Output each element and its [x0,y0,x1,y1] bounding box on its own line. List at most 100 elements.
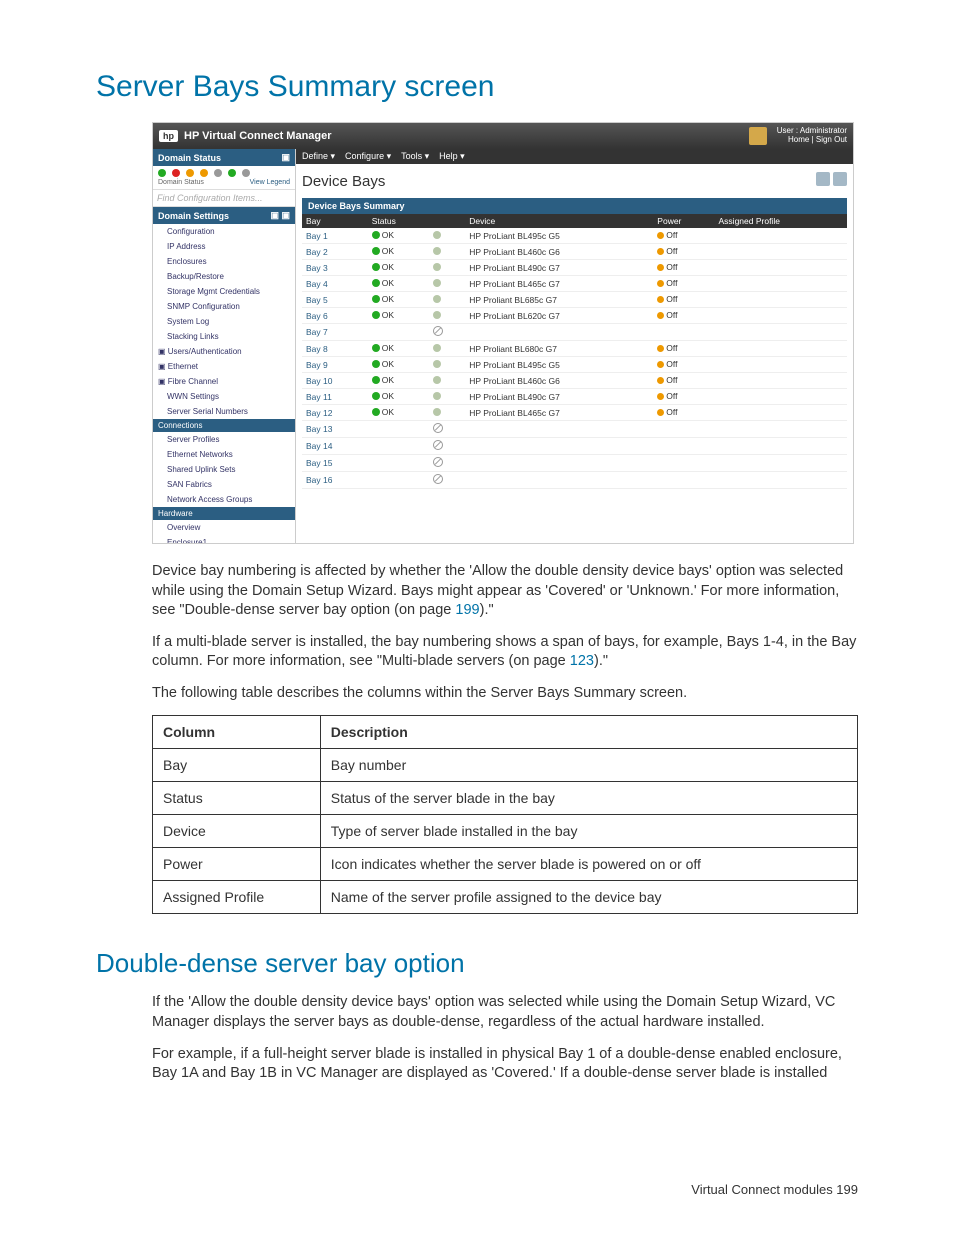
bay-link[interactable]: Bay 14 [306,441,332,451]
bay-link[interactable]: Bay 4 [306,279,328,289]
bay-link[interactable]: Bay 11 [306,392,332,402]
sidebar-item[interactable]: Enclosures [153,254,295,269]
page-title-1: Server Bays Summary screen [96,70,858,104]
bay-link[interactable]: Bay 13 [306,424,332,434]
status-ok-icon: OK [372,359,394,369]
status-dot-warn-icon [186,169,194,177]
device-cell [465,324,653,341]
status-ok-icon: OK [372,246,394,256]
power-off-icon: Off [657,262,677,272]
sidebar-item[interactable]: System Log [153,314,295,329]
table-row: Bay 10OKHP ProLiant BL460c G6Off [302,373,847,389]
sidebar-item[interactable]: Overview [153,520,295,535]
bay-link[interactable]: Bay 16 [306,475,332,485]
bay-link[interactable]: Bay 10 [306,376,332,386]
sidebar-domain-status[interactable]: Domain Status▣ [153,149,295,166]
status-ok-icon: OK [372,278,394,288]
power-off-icon: Off [657,246,677,256]
table-header: Assigned Profile [715,214,847,228]
bay-link[interactable]: Bay 8 [306,344,328,354]
profile-cell [715,421,847,438]
device-icon [433,408,441,416]
device-icon [433,360,441,368]
table-cell: Bay number [320,749,857,782]
table-row: StatusStatus of the server blade in the … [153,782,858,815]
bay-link[interactable]: Bay 5 [306,295,328,305]
paragraph-5: For example, if a full-height server bla… [152,1045,858,1084]
vc-header-title: HP Virtual Connect Manager [184,130,332,142]
menu-item[interactable]: Tools ▾ [401,151,429,161]
vc-menubar[interactable]: Define ▾ Configure ▾ Tools ▾ Help ▾ [296,149,853,164]
sidebar-item[interactable]: Backup/Restore [153,269,295,284]
sidebar-item[interactable]: Network Access Groups [153,492,295,507]
device-icon [433,247,441,255]
status-dot-ok-icon [158,169,166,177]
profile-cell [715,292,847,308]
table-row: Bay 4OKHP ProLiant BL465c G7Off [302,276,847,292]
sidebar-hardware[interactable]: Hardware [153,507,295,520]
sidebar-item[interactable]: Configuration [153,224,295,239]
sidebar-item[interactable]: SAN Fabrics [153,477,295,492]
status-ok-icon: OK [372,294,394,304]
paragraph-3: The following table describes the column… [152,684,858,704]
sidebar-item-fibre[interactable]: ▣ Fibre Channel [153,374,295,389]
page-link-199[interactable]: 199 [455,602,479,618]
sidebar-item[interactable]: Enclosure1 [153,535,295,543]
sidebar-item[interactable]: Shared Uplink Sets [153,462,295,477]
bay-link[interactable]: Bay 7 [306,327,328,337]
profile-cell [715,228,847,244]
menu-item[interactable]: Define ▾ [302,151,335,161]
bay-link[interactable]: Bay 15 [306,458,332,468]
sidebar-item-serial[interactable]: Server Serial Numbers [153,404,295,419]
sidebar-item-ethernet[interactable]: ▣ Ethernet [153,359,295,374]
bay-link[interactable]: Bay 1 [306,231,328,241]
bay-link[interactable]: Bay 9 [306,360,328,370]
sidebar-item[interactable]: SNMP Configuration [153,299,295,314]
status-ok-icon: OK [372,343,394,353]
device-cell: HP ProLiant BL460c G6 [465,373,653,389]
device-icon [433,263,441,271]
page-link-123[interactable]: 123 [570,653,594,669]
sidebar-item-wwn[interactable]: WWN Settings [153,389,295,404]
device-icon [433,279,441,287]
vc-main-title: Device Bays [302,172,847,190]
menu-item[interactable]: Help ▾ [439,151,465,161]
device-bays-table: BayStatusDevicePowerAssigned Profile Bay… [302,214,847,489]
device-cell: HP ProLiant BL490c G7 [465,389,653,405]
table-row: Bay 6OKHP ProLiant BL620c G7Off [302,308,847,324]
bay-link[interactable]: Bay 2 [306,247,328,257]
description-table: ColumnDescription BayBay numberStatusSta… [152,715,858,914]
help-icon[interactable] [833,172,847,186]
menu-item[interactable]: Configure ▾ [345,151,391,161]
vc-screenshot: hpHP Virtual Connect Manager User : Admi… [152,122,854,544]
sidebar-item[interactable]: Server Profiles [153,432,295,447]
profile-cell [715,472,847,489]
table-cell: Type of server blade installed in the ba… [320,815,857,848]
na-icon [433,326,443,336]
vc-main: Define ▾ Configure ▾ Tools ▾ Help ▾ Device … [296,149,853,543]
view-legend-link[interactable]: View Legend [250,179,290,186]
status-ok-icon: OK [372,310,394,320]
find-input[interactable]: Find Configuration Items... [153,189,295,207]
table-row: Bay 16 [302,472,847,489]
sidebar-domain-settings[interactable]: Domain Settings▣ ▣ [153,207,295,224]
power-off-icon: Off [657,407,677,417]
table-row: Bay 8OKHP Proliant BL680c G7Off [302,341,847,357]
print-icon[interactable] [816,172,830,186]
sidebar-item[interactable]: Storage Mgmt Credentials [153,284,295,299]
sidebar-item[interactable]: IP Address [153,239,295,254]
sidebar-item[interactable]: Ethernet Networks [153,447,295,462]
bay-link[interactable]: Bay 3 [306,263,328,273]
profile-cell [715,308,847,324]
paragraph-1: Device bay numbering is affected by whet… [152,562,858,621]
sidebar-item[interactable]: Stacking Links [153,329,295,344]
sidebar-connections[interactable]: Connections [153,419,295,432]
bay-link[interactable]: Bay 12 [306,408,332,418]
table-header: Column [153,716,321,749]
page-footer: Virtual Connect modules 199 [691,1182,858,1197]
device-cell [465,472,653,489]
bay-link[interactable]: Bay 6 [306,311,328,321]
device-cell: HP ProLiant BL495c G5 [465,228,653,244]
sidebar-item-users[interactable]: ▣ Users/Authentication [153,344,295,359]
device-cell [465,455,653,472]
